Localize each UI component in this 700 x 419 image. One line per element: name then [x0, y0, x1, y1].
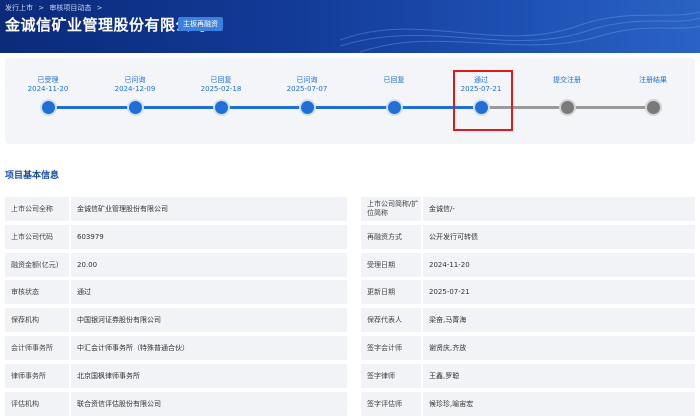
info-label: 签字律师: [361, 364, 421, 388]
info-value: 通过: [71, 280, 347, 304]
progress-step-2: 已问询 2024-12-09: [90, 76, 180, 94]
breadcrumb-separator: >: [38, 4, 45, 12]
info-value: 2025-07-21: [423, 280, 695, 304]
progress-track-completed: [48, 106, 481, 109]
breadcrumb-separator: >: [96, 4, 103, 12]
info-label: 审核状态: [5, 280, 69, 304]
current-step-highlight: [453, 70, 513, 131]
progress-step-date: 2025-07-07: [286, 85, 328, 93]
info-label: 保荐代表人: [361, 308, 421, 332]
info-label: 评估机构: [5, 392, 69, 416]
info-value: 北京国枫律师事务所: [71, 364, 347, 388]
info-label: 签字会计师: [361, 336, 421, 360]
info-row: 律师事务所 北京国枫律师事务所 签字律师 王鑫,罗聪: [5, 364, 695, 388]
info-value: 梁奋,马菁海: [423, 308, 695, 332]
info-row: 上市公司全称 金诚信矿业管理股份有限公司 上市公司简称/扩位简称 金诚信/-: [5, 197, 695, 221]
info-label: 上市公司全称: [5, 197, 69, 221]
info-label: 受理日期: [361, 253, 421, 277]
progress-step-dot: [388, 101, 401, 114]
info-value: 候珍珍,喻宙宏: [423, 392, 695, 416]
progress-step-dot: [129, 101, 142, 114]
info-value: 金诚信/-: [423, 197, 695, 221]
info-label: 保荐机构: [5, 308, 69, 332]
progress-step-8: 注册结果: [608, 76, 698, 85]
progress-step-date: 2025-02-18: [200, 85, 242, 93]
info-row: 融资金额(亿元) 20.00 受理日期 2024-11-20: [5, 253, 695, 277]
breadcrumb-item-listing[interactable]: 发行上市: [5, 4, 33, 12]
progress-step-3: 已回复 2025-02-18: [176, 76, 266, 94]
info-row: 保荐机构 中国银河证券股份有限公司 保荐代表人 梁奋,马菁海: [5, 308, 695, 332]
info-row: 会计师事务所 中汇会计师事务所（特殊普通合伙） 签字会计师 谢贤庆,齐放: [5, 336, 695, 360]
progress-step-5: 已回复: [349, 76, 439, 85]
progress-step-7: 提交注册: [522, 76, 612, 85]
progress-step-date: 2024-11-20: [27, 85, 69, 93]
progress-step-dot: [42, 101, 55, 114]
info-label: 更新日期: [361, 280, 421, 304]
progress-step-label: 已回复: [210, 76, 232, 84]
progress-step-1: 已受理 2024-11-20: [3, 76, 93, 94]
info-label: 签字评估师: [361, 392, 421, 416]
info-label: 融资金额(亿元): [5, 253, 69, 277]
board-badge: 主板再融资: [178, 17, 223, 31]
info-value: 中国银河证券股份有限公司: [71, 308, 347, 332]
progress-step-dot: [561, 101, 574, 114]
info-value: 2024-11-20: [423, 253, 695, 277]
info-row: 上市公司代码 603979 再融资方式 公开发行可转债: [5, 225, 695, 249]
info-value: 公开发行可转债: [423, 225, 695, 249]
info-value: 中汇会计师事务所（特殊普通合伙）: [71, 336, 347, 360]
info-label: 会计师事务所: [5, 336, 69, 360]
progress-step-label: 提交注册: [553, 76, 581, 84]
progress-step-label: 已回复: [383, 76, 405, 84]
progress-step-dot: [215, 101, 228, 114]
review-progress: 已受理 2024-11-20 已问询 2024-12-09 已回复 2025-02-18 已…: [5, 58, 695, 144]
info-value: 王鑫,罗聪: [423, 364, 695, 388]
breadcrumb: 发行上市 > 审核项目动态 >: [5, 3, 105, 13]
page-title: 金诚信矿业管理股份有限公司: [5, 16, 207, 34]
progress-step-label: 已问询: [124, 76, 146, 84]
progress-step-dot: [301, 101, 314, 114]
progress-step-4: 已问询 2025-07-07: [262, 76, 352, 94]
info-row: 评估机构 联合资信评估股份有限公司 签字评估师 候珍珍,喻宙宏: [5, 392, 695, 416]
info-value: 联合资信评估股份有限公司: [71, 392, 347, 416]
header-wave-decoration: [340, 11, 700, 53]
info-value: 谢贤庆,齐放: [423, 336, 695, 360]
info-value: 603979: [71, 225, 347, 249]
section-title: 项目基本信息: [5, 171, 60, 181]
progress-step-label: 已受理: [37, 76, 59, 84]
info-label: 上市公司简称/扩位简称: [361, 197, 421, 221]
progress-step-dot: [647, 101, 660, 114]
progress-step-label: 注册结果: [639, 76, 667, 84]
page-header: 发行上市 > 审核项目动态 > 金诚信矿业管理股份有限公司 主板再融资: [0, 0, 700, 53]
info-label: 律师事务所: [5, 364, 69, 388]
info-label: 上市公司代码: [5, 225, 69, 249]
breadcrumb-item-review-status[interactable]: 审核项目动态: [49, 4, 91, 12]
progress-step-date: 2024-12-09: [114, 85, 156, 93]
info-value: 金诚信矿业管理股份有限公司: [71, 197, 347, 221]
info-label: 再融资方式: [361, 225, 421, 249]
info-value: 20.00: [71, 253, 347, 277]
info-row: 审核状态 通过 更新日期 2025-07-21: [5, 280, 695, 304]
progress-step-label: 已问询: [296, 76, 318, 84]
